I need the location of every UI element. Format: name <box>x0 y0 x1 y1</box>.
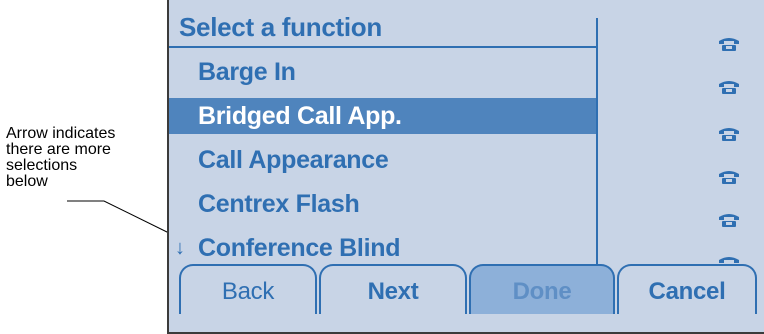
phone-icon[interactable] <box>714 112 744 155</box>
function-menu: Barge In Bridged Call App. Call Appearan… <box>169 54 596 274</box>
menu-item-bridged-call-app[interactable]: Bridged Call App. <box>169 98 596 134</box>
screen-title: Select a function <box>179 12 382 42</box>
menu-item-conference-blind[interactable]: ↓ Conference Blind <box>169 230 596 266</box>
next-softkey[interactable]: Next <box>319 264 467 314</box>
menu-item-barge-in[interactable]: Barge In <box>169 54 596 90</box>
menu-item-label: Call Appearance <box>198 146 389 174</box>
down-arrow-icon: ↓ <box>175 237 185 259</box>
line-icons-column <box>714 22 744 284</box>
menu-item-label: Centrex Flash <box>198 190 360 218</box>
done-softkey[interactable]: Done <box>469 264 615 314</box>
phone-display: Select a function Barge In Bridged Call … <box>167 0 764 334</box>
menu-item-label: Bridged Call App. <box>198 102 402 130</box>
title-divider <box>169 46 598 48</box>
menu-item-label: Barge In <box>198 58 296 86</box>
phone-icon[interactable] <box>714 22 744 65</box>
menu-item-call-appearance[interactable]: Call Appearance <box>169 142 596 178</box>
phone-icon[interactable] <box>714 198 744 241</box>
back-softkey[interactable]: Back <box>179 264 317 314</box>
menu-item-label: Conference Blind <box>198 234 401 262</box>
phone-icon[interactable] <box>714 155 744 198</box>
vertical-divider <box>596 18 598 266</box>
cancel-softkey[interactable]: Cancel <box>617 264 757 314</box>
callout-text: Arrow indicates there are more selection… <box>6 125 116 190</box>
menu-item-centrex-flash[interactable]: Centrex Flash <box>169 186 596 222</box>
softkey-bar: Back Next Done Cancel <box>179 264 757 318</box>
phone-icon[interactable] <box>714 65 744 108</box>
